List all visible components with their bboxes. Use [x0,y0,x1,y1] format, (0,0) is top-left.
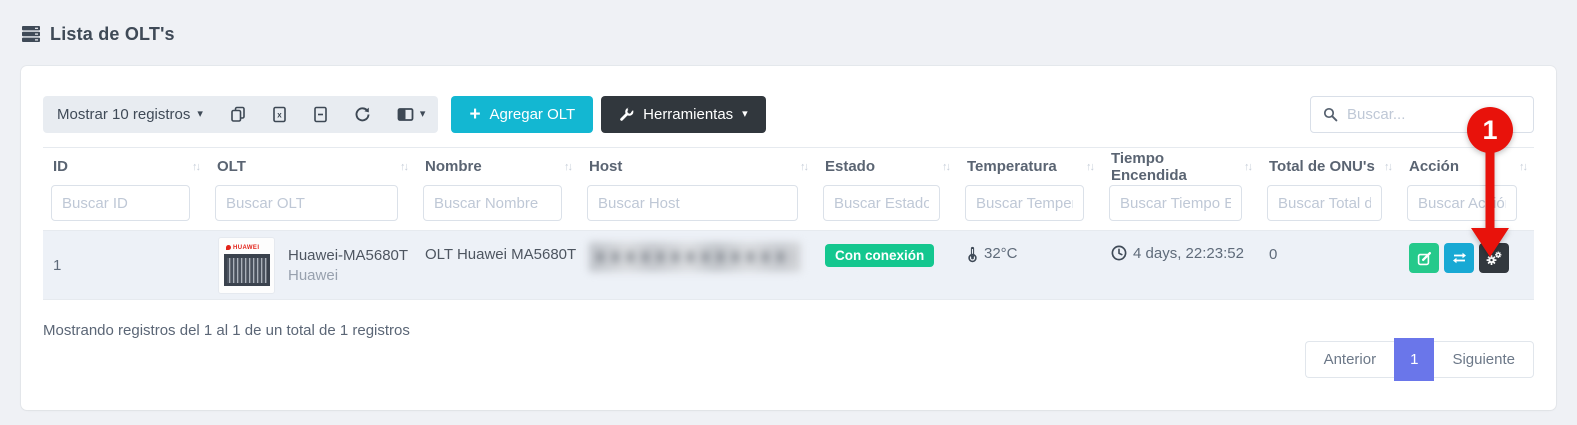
table-search [1310,96,1534,133]
page-length-label: Mostrar 10 registros [57,106,191,123]
search-icon [1323,107,1338,122]
file-export-icon [313,106,328,123]
pagination-page-1[interactable]: 1 [1394,338,1435,381]
filter-host-input[interactable] [587,185,798,221]
cell-id: 1 [53,256,62,274]
filter-id-input[interactable] [51,185,190,221]
column-header-total-onus[interactable]: Total de ONU's ↑↓ [1259,148,1399,185]
host-value-blurred [589,242,801,272]
sort-icon[interactable]: ↑↓ [1244,161,1253,173]
excel-export-button[interactable]: x [259,96,300,133]
column-header-temperatura[interactable]: Temperatura ↑↓ [957,148,1101,185]
column-header-estado[interactable]: Estado ↑↓ [815,148,957,185]
olt-table-card: Mostrar 10 registros ▾ x ▾ + Agregar OLT… [21,66,1556,410]
filter-accion-input[interactable] [1407,185,1517,221]
search-input[interactable] [1347,106,1533,123]
toolbar-button-group: Mostrar 10 registros ▾ x ▾ [43,96,439,133]
temperatura-value: 32°C [984,245,1018,262]
pagination: Anterior 1 Siguiente [1304,338,1534,381]
clock-icon [1111,245,1127,261]
filter-tiempo-input[interactable] [1109,185,1242,221]
cell-estado: Con conexión [815,231,957,299]
add-olt-button[interactable]: + Agregar OLT [451,96,594,133]
column-header-host[interactable]: Host ↑↓ [579,148,815,185]
page-title: Lista de OLT's [50,23,175,44]
column-header-nombre[interactable]: Nombre ↑↓ [415,148,579,185]
page-header: Lista de OLT's [21,22,1556,46]
excel-export-icon: x [272,106,287,123]
file-export-button[interactable] [300,96,341,133]
thermometer-icon [967,245,978,263]
cell-total-onus: 0 [1269,246,1278,263]
sort-icon[interactable]: ↑↓ [564,161,573,173]
table-row: 1 HUAWEI Huawei-MA5680T Huawei OLT Huawe… [43,230,1534,300]
filter-temperatura-input[interactable] [965,185,1084,221]
sort-icon[interactable]: ↑↓ [800,161,809,173]
pagination-row: Anterior 1 Siguiente [43,338,1534,381]
olt-device-image: HUAWEI [219,237,274,293]
column-header-id[interactable]: ID ↑↓ [43,148,207,185]
filter-total-onus-input[interactable] [1267,185,1382,221]
filter-estado-input[interactable] [823,185,940,221]
refresh-icon [354,106,371,123]
copy-icon [230,106,246,123]
olt-list-page: Lista de OLT's Mostrar 10 registros ▾ x … [0,0,1577,410]
tiempo-value: 4 days, 22:23:52 [1133,245,1244,262]
column-header-olt[interactable]: OLT ↑↓ [207,148,415,185]
cell-temperatura: 32°C [957,231,1101,299]
sort-icon[interactable]: ↑↓ [1519,161,1528,173]
pagination-next[interactable]: Siguiente [1434,341,1534,378]
chevron-down-icon: ▾ [742,108,748,120]
table-filter-row [43,185,1534,230]
transfer-olt-button[interactable] [1444,243,1474,273]
page-length-dropdown[interactable]: Mostrar 10 registros ▾ [43,96,217,133]
column-visibility-button[interactable]: ▾ [384,96,439,133]
refresh-button[interactable] [341,96,384,133]
filter-nombre-input[interactable] [423,185,562,221]
filter-olt-input[interactable] [215,185,398,221]
table-info-text: Mostrando registros del 1 al 1 de un tot… [43,322,410,339]
cell-tiempo: 4 days, 22:23:52 [1101,231,1259,299]
chevron-down-icon: ▾ [197,108,203,120]
cell-host [579,231,815,299]
table-header-row: ID ↑↓ OLT ↑↓ Nombre ↑↓ Host ↑↓ Estado ↑↓ Temp… [43,147,1534,185]
cell-accion [1399,231,1534,299]
wrench-icon [619,107,634,122]
huawei-logo: HUAWEI [226,245,259,251]
huawei-petal-icon [226,245,231,250]
exchange-icon [1452,252,1466,264]
configure-olt-button[interactable] [1479,243,1509,273]
table-toolbar: Mostrar 10 registros ▾ x ▾ + Agregar OLT… [43,96,1534,133]
column-visibility-icon [397,107,414,122]
olt-chassis-graphic [223,253,270,286]
edit-olt-button[interactable] [1409,243,1439,273]
sort-icon[interactable]: ↑↓ [192,161,201,173]
copy-button[interactable] [217,96,259,133]
gears-icon [1486,251,1502,265]
server-list-icon [21,25,41,43]
add-olt-label: Agregar OLT [489,106,576,123]
chevron-down-icon: ▾ [419,108,426,120]
svg-text:x: x [277,111,282,120]
sort-icon[interactable]: ↑↓ [1086,161,1095,173]
tools-dropdown-button[interactable]: Herramientas ▾ [601,96,766,133]
column-header-tiempo[interactable]: Tiempo Encendida ↑↓ [1101,148,1259,185]
olt-model: Huawei-MA5680T [288,246,409,264]
pagination-previous[interactable]: Anterior [1304,341,1395,378]
olt-brand: Huawei [288,266,339,284]
cell-nombre: OLT Huawei MA5680T [425,246,577,263]
connection-status-badge: Con conexión [825,244,935,267]
cell-olt: HUAWEI Huawei-MA5680T Huawei [207,231,415,299]
sort-icon[interactable]: ↑↓ [942,161,951,173]
column-header-accion[interactable]: Acción ↑↓ [1399,148,1534,185]
sort-icon[interactable]: ↑↓ [1384,161,1393,173]
plus-icon: + [469,104,481,125]
sort-icon[interactable]: ↑↓ [400,161,409,173]
tools-label: Herramientas [643,106,734,123]
edit-icon [1417,251,1431,265]
